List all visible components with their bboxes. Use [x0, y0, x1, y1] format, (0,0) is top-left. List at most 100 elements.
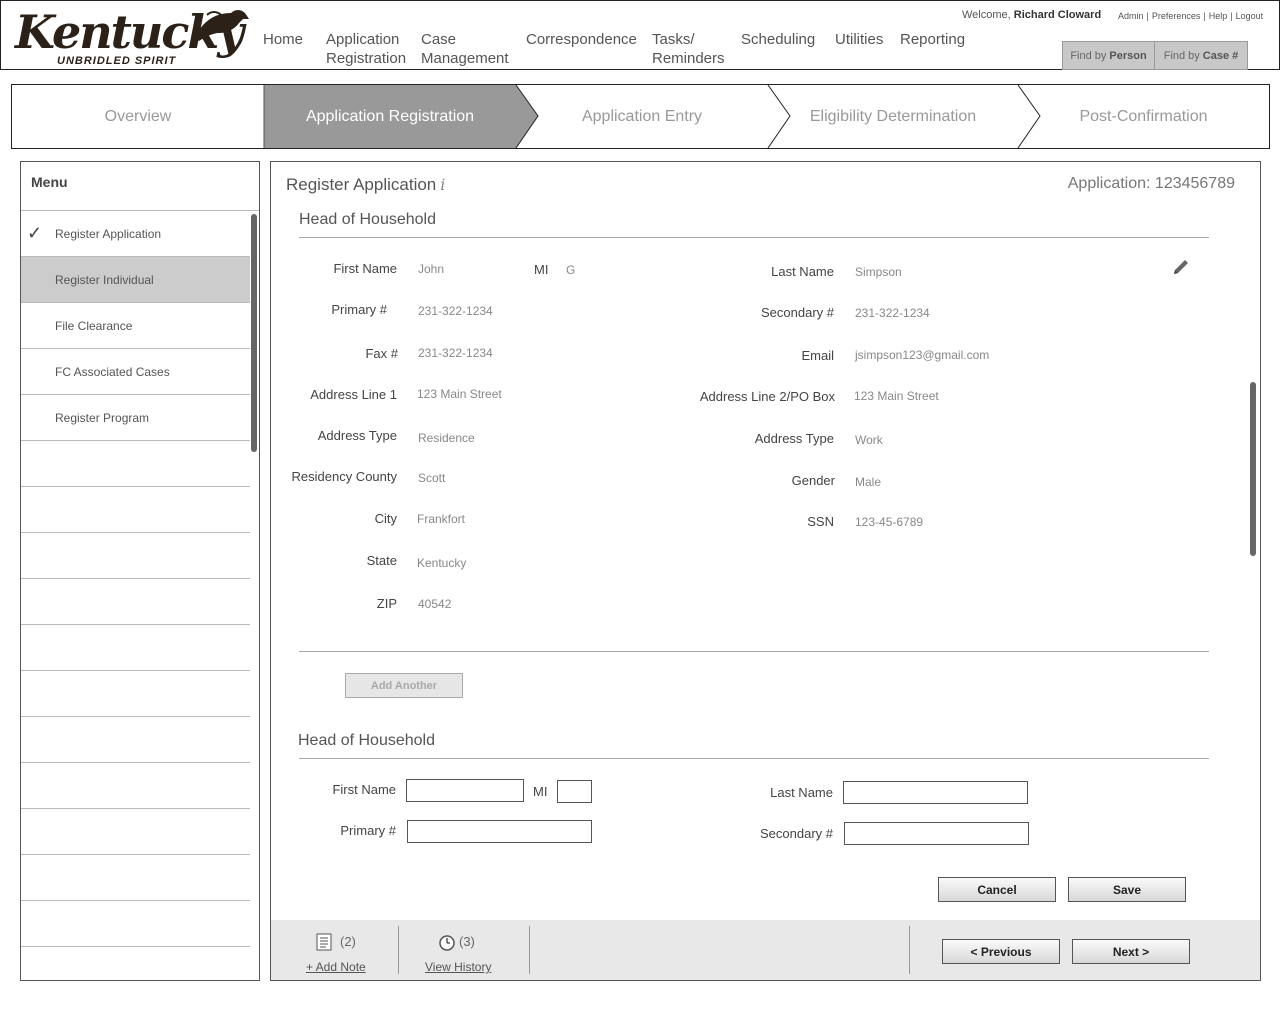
add-another-button[interactable]: Add Another	[345, 673, 463, 698]
secondary-phone-input[interactable]	[844, 822, 1029, 845]
admin-link[interactable]: Admin	[1118, 11, 1144, 21]
notes-icon	[316, 933, 332, 951]
nav-scheduling[interactable]: Scheduling	[741, 30, 815, 49]
sidebar-empty-row	[21, 533, 250, 579]
sidebar-empty-row	[21, 487, 250, 533]
city-label: City	[374, 511, 397, 526]
divider	[299, 651, 1209, 652]
nav-reporting[interactable]: Reporting	[900, 30, 965, 49]
nav-home[interactable]: Home	[263, 30, 303, 49]
sidebar-empty-row	[21, 717, 250, 763]
address-type-label: Address Type	[317, 428, 397, 443]
logo-tagline: UNBRIDLED SPIRIT	[57, 55, 177, 67]
sidebar-empty-row	[21, 625, 250, 671]
add-note-link[interactable]: + Add Note	[306, 960, 366, 974]
nav-case-management[interactable]: Case Management	[421, 30, 509, 68]
step-post-confirmation[interactable]: Post-Confirmation	[1018, 85, 1269, 148]
sidebar-item-register-program[interactable]: Register Program	[21, 395, 250, 441]
sidebar-item-register-individual[interactable]: Register Individual	[21, 257, 250, 303]
fax-value: 231-322-1234	[418, 346, 493, 360]
pencil-icon[interactable]	[1170, 257, 1192, 279]
primary-phone-label: Primary #	[331, 302, 387, 317]
next-button[interactable]: Next >	[1072, 939, 1190, 964]
clock-icon	[439, 935, 455, 951]
preferences-link[interactable]: Preferences	[1152, 11, 1201, 21]
notes-count: (2)	[340, 934, 356, 949]
divider	[529, 926, 530, 974]
last-name-label: Last Name	[771, 264, 834, 279]
user-name: Richard Cloward	[1013, 9, 1102, 21]
sidebar-empty-row	[21, 809, 250, 855]
find-by-person-button[interactable]: Find by Person	[1062, 41, 1155, 70]
email-label: Email	[801, 348, 834, 363]
divider	[299, 758, 1209, 759]
page-title: Register Application i	[286, 175, 446, 194]
sidebar-empty-row	[21, 441, 250, 487]
sidebar-menu: Menu ✓ Register Application Register Ind…	[20, 161, 260, 981]
nav-tasks-reminders[interactable]: Tasks/Reminders	[652, 30, 725, 68]
find-toolbar: Find by Person Find by Case #	[1062, 41, 1248, 70]
cancel-button[interactable]: Cancel	[938, 877, 1056, 902]
mi-label: MI	[533, 784, 548, 799]
secondary-phone-label: Secondary #	[760, 826, 833, 841]
info-icon[interactable]: i	[440, 175, 445, 194]
horse-icon	[195, 10, 249, 41]
address-line1-value: 123 Main Street	[417, 387, 502, 401]
sidebar-scrollbar[interactable]	[251, 214, 257, 452]
kentucky-logo[interactable]: Kentucky UNBRIDLED SPIRIT	[13, 5, 253, 69]
divider	[398, 926, 399, 974]
save-button[interactable]: Save	[1068, 877, 1186, 902]
sidebar-item-fc-associated-cases[interactable]: FC Associated Cases	[21, 349, 250, 395]
logout-link[interactable]: Logout	[1236, 11, 1264, 21]
nav-application-registration[interactable]: Application Registration	[326, 30, 406, 68]
primary-phone-input[interactable]	[407, 820, 592, 843]
mi-label: MI	[534, 262, 549, 277]
section-heading: Head of Household	[298, 732, 435, 749]
app-header: Kentucky UNBRIDLED SPIRIT Home Applicati…	[0, 0, 1280, 70]
nav-correspondence[interactable]: Correspondence	[526, 30, 637, 49]
ssn-label: SSN	[807, 514, 834, 529]
ssn-value: 123-45-6789	[855, 515, 924, 529]
main-panel: Register Application i Application: 12345…	[270, 161, 1261, 981]
primary-phone-label: Primary #	[340, 823, 396, 838]
mi-value: G	[566, 263, 576, 277]
nav-utilities[interactable]: Utilities	[835, 30, 883, 49]
welcome-message: Welcome, Richard Cloward	[962, 9, 1102, 21]
panel-footer: (2) + Add Note (3) View History < Previo…	[271, 920, 1260, 980]
state-value: Kentucky	[417, 556, 467, 570]
step-overview[interactable]: Overview	[12, 85, 264, 148]
last-name-label: Last Name	[770, 785, 833, 800]
gender-value: Male	[855, 475, 882, 489]
view-history-link[interactable]: View History	[425, 960, 491, 974]
step-application-entry[interactable]: Application Entry	[516, 85, 768, 148]
find-by-case-button[interactable]: Find by Case #	[1155, 41, 1248, 70]
address-type2-value: Work	[855, 433, 883, 447]
fax-label: Fax #	[365, 346, 398, 361]
address-line1-label: Address Line 1	[310, 387, 397, 402]
sidebar-item-file-clearance[interactable]: File Clearance	[21, 303, 250, 349]
first-name-value: John	[418, 262, 445, 276]
step-eligibility-determination[interactable]: Eligibility Determination	[768, 85, 1018, 148]
primary-phone-value: 231-322-1234	[418, 304, 493, 318]
first-name-input[interactable]	[406, 779, 524, 802]
divider	[909, 926, 910, 974]
main-scrollbar[interactable]	[1250, 382, 1256, 556]
sidebar-empty-row	[21, 579, 250, 625]
address-line2-value: 123 Main Street	[854, 389, 939, 403]
last-name-input[interactable]	[843, 781, 1028, 804]
sidebar-empty-row	[21, 763, 250, 809]
sidebar-empty-row	[21, 671, 250, 717]
application-number: Application: 123456789	[1067, 175, 1235, 192]
previous-button[interactable]: < Previous	[942, 939, 1060, 964]
city-value: Frankfort	[417, 512, 466, 526]
mi-input[interactable]	[557, 780, 592, 803]
section-heading: Head of Household	[299, 211, 436, 228]
sidebar-item-register-application[interactable]: ✓ Register Application	[21, 211, 250, 257]
step-application-registration[interactable]: Application Registration	[264, 85, 516, 148]
help-link[interactable]: Help	[1209, 11, 1228, 21]
utility-links: Admin | Preferences | Help | Logout	[1118, 11, 1264, 21]
secondary-phone-label: Secondary #	[761, 305, 834, 320]
address-line2-label: Address Line 2/PO Box	[699, 389, 835, 404]
sidebar-empty-row	[21, 855, 250, 901]
residency-county-label: Residency County	[291, 469, 398, 484]
